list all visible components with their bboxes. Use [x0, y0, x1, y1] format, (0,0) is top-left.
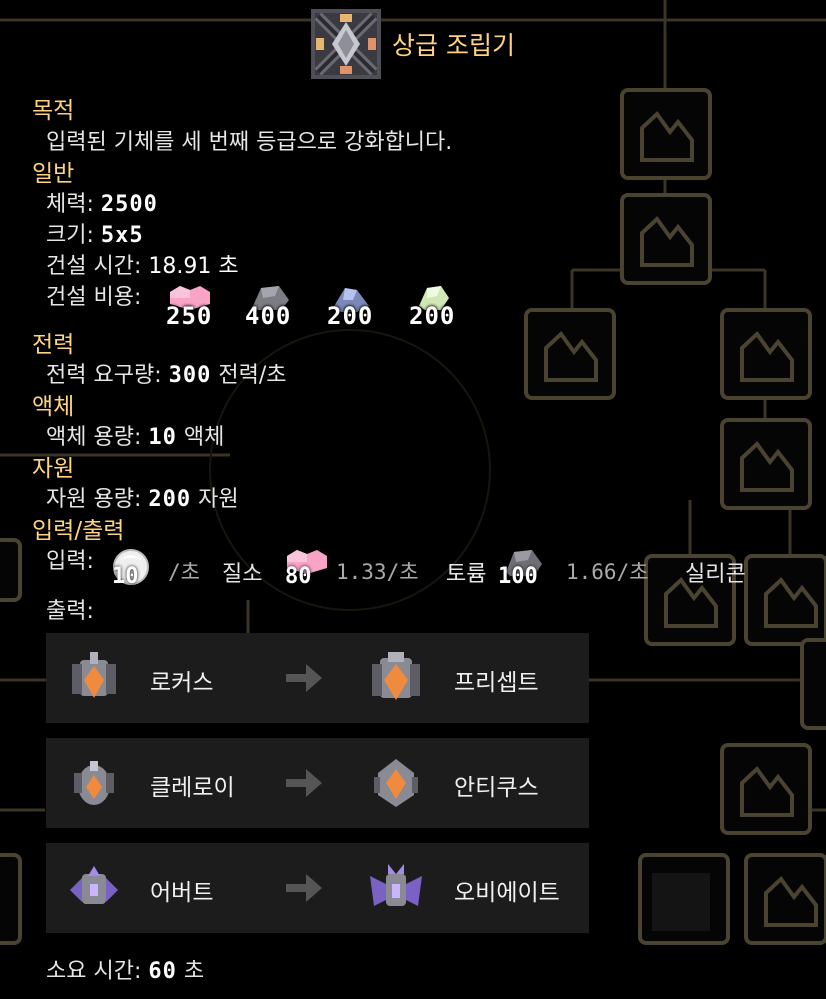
- upgrade-from: 어버트: [150, 880, 214, 906]
- io-heading: 입력/출력: [32, 518, 125, 544]
- liquid-capacity-label: 액체 용량:: [46, 425, 142, 450]
- items-heading: 자원: [32, 456, 75, 482]
- obviate-unit-icon: [370, 864, 422, 906]
- size-value: 5x5: [100, 223, 144, 248]
- build-time-label: 건설 시간:: [46, 254, 142, 279]
- locus-unit-icon: [72, 652, 116, 698]
- input-amount: 10: [112, 564, 139, 589]
- item-capacity-row: 자원 용량: 200 자원: [46, 486, 239, 514]
- liquid-capacity-unit: 액체: [183, 425, 225, 450]
- purpose-heading: 목적: [32, 98, 75, 124]
- upgrade-to: 프리셉트: [454, 670, 539, 696]
- liquid-capacity-row: 액체 용량: 10 액체: [46, 424, 224, 452]
- size-label: 크기:: [46, 223, 94, 248]
- cost-amount: 200: [327, 302, 374, 330]
- health-row: 체력: 2500: [46, 191, 158, 219]
- input-rate: 1.66/초: [566, 560, 649, 584]
- power-usage-row: 전력 요구량: 300 전력/초: [46, 362, 287, 390]
- input-rate: /초: [168, 560, 200, 584]
- anthicus-unit-icon: [374, 759, 418, 807]
- size-row: 크기: 5x5: [46, 222, 144, 250]
- health-label: 체력:: [46, 192, 94, 217]
- input-rate: 1.33/초: [336, 560, 419, 584]
- block-header: 상급 조립기: [310, 8, 515, 80]
- item-capacity-label: 자원 용량:: [46, 487, 142, 512]
- output-label: 출력:: [46, 599, 94, 624]
- health-value: 2500: [100, 192, 158, 217]
- input-name: 토륨: [446, 562, 487, 587]
- upgrade-row: 클레로이 안티쿠스: [46, 738, 589, 828]
- cost-amount: 250: [166, 302, 213, 330]
- avert-unit-icon: [70, 866, 118, 904]
- upgrade-row: 로커스 프리셉트: [46, 633, 589, 723]
- purpose-description: 입력된 기체를 세 번째 등급으로 강화합니다.: [46, 130, 453, 155]
- upgrade-row: 어버트 오비에이트: [46, 843, 589, 933]
- input-label: 입력:: [46, 549, 94, 574]
- upgrade-to: 오비에이트: [454, 880, 560, 906]
- power-heading: 전력: [32, 332, 75, 358]
- power-usage-label: 전력 요구량:: [46, 363, 162, 388]
- item-capacity-value: 200: [148, 487, 192, 512]
- cost-amount: 200: [409, 302, 456, 330]
- arrow-right-icon: [286, 874, 322, 902]
- craft-time-value: 60: [148, 959, 177, 984]
- build-time-row: 건설 시간: 18.91 초: [46, 253, 239, 281]
- power-usage-value: 300: [168, 363, 212, 388]
- arrow-right-icon: [286, 664, 322, 692]
- craft-time-unit: 초: [183, 959, 205, 984]
- liquid-capacity-value: 10: [148, 425, 177, 450]
- input-name: 실리콘: [685, 562, 746, 587]
- craft-time-row: 소요 시간: 60 초: [46, 958, 204, 986]
- precept-unit-icon: [372, 652, 420, 700]
- item-capacity-unit: 자원: [198, 487, 239, 512]
- upgrade-to: 안티쿠스: [454, 775, 539, 801]
- upgrade-from: 클레로이: [150, 775, 235, 801]
- upgrade-from: 로커스: [150, 670, 214, 696]
- build-time-value: 18.91 초: [148, 254, 239, 279]
- arrow-right-icon: [286, 769, 322, 797]
- build-cost-label: 건설 비용:: [46, 285, 142, 310]
- block-title: 상급 조립기: [392, 31, 515, 60]
- input-name: 질소: [222, 562, 263, 587]
- cost-amount: 400: [245, 302, 292, 330]
- tank-refabricator-icon: [311, 9, 381, 79]
- general-heading: 일반: [32, 161, 75, 187]
- craft-time-label: 소요 시간:: [46, 959, 142, 984]
- input-amount: 80: [285, 564, 312, 589]
- input-amount: 100: [498, 564, 538, 589]
- liquids-heading: 액체: [32, 394, 75, 420]
- cleroi-unit-icon: [74, 761, 114, 805]
- power-usage-unit: 전력/초: [218, 363, 287, 388]
